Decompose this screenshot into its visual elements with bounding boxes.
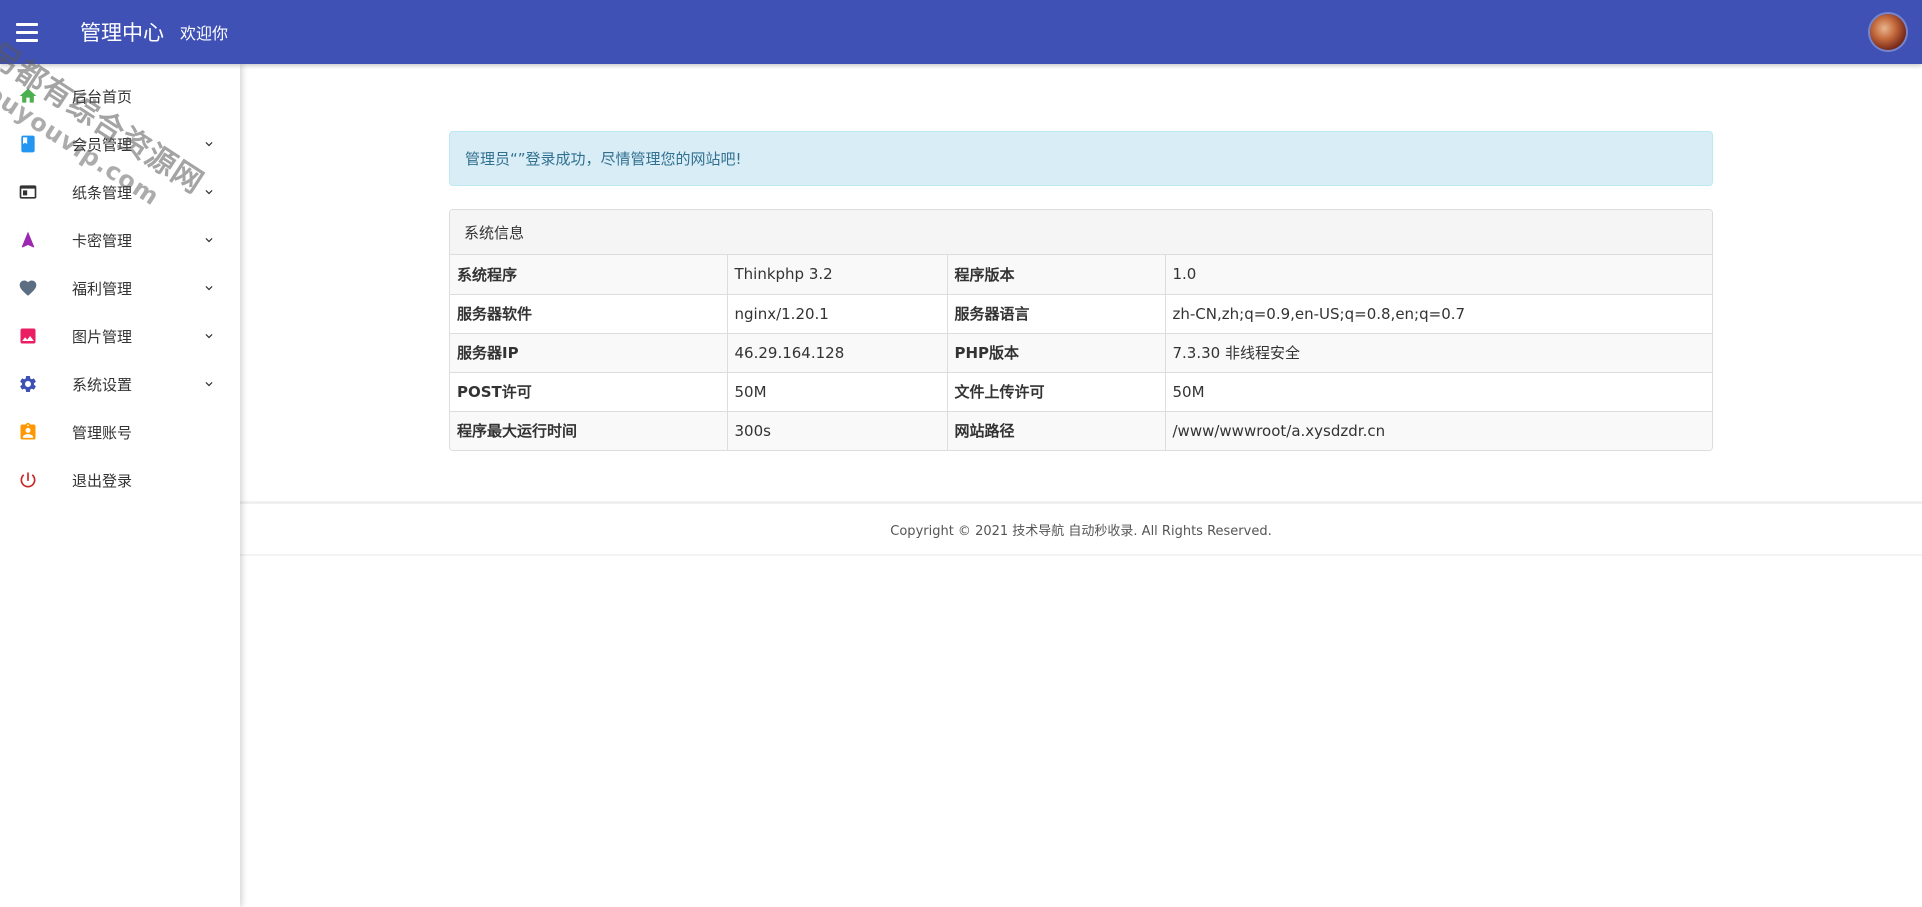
info-value: 50M	[727, 371, 948, 411]
sidebar-item-label: 退出登录	[72, 471, 133, 490]
table-row: POST许可 50M 文件上传许可 50M	[450, 371, 1712, 411]
sidebar-item-logout[interactable]: 退出登录	[0, 456, 240, 504]
image-icon	[18, 326, 38, 346]
sidebar-item-label: 系统设置	[72, 375, 133, 394]
sidebar-item-images[interactable]: 图片管理	[0, 312, 240, 360]
sidebar-item-label: 图片管理	[72, 327, 133, 346]
info-value: Thinkphp 3.2	[727, 255, 948, 294]
info-value: 7.3.30 非线程安全	[1165, 332, 1712, 372]
info-key: 程序版本	[947, 255, 1166, 294]
welcome-text: 欢迎你	[180, 24, 229, 43]
sidebar-item-settings[interactable]: 系统设置	[0, 360, 240, 408]
gear-icon	[18, 374, 38, 394]
sidebar-item-members[interactable]: 会员管理	[0, 120, 240, 168]
app-title: 管理中心	[80, 21, 164, 45]
chevron-down-icon	[205, 382, 213, 387]
chevron-down-icon	[205, 286, 213, 291]
sidebar-item-label: 后台首页	[72, 87, 133, 106]
top-app-bar: 管理中心 欢迎你	[0, 0, 1922, 64]
sidebar-item-label: 管理账号	[72, 423, 133, 442]
chevron-down-icon	[205, 238, 213, 243]
sidebar: 后台首页 会员管理 纸条管理 卡密管理 福利管理 图片管理 系统设置 管理账号 …	[0, 64, 240, 907]
table-row: 系统程序 Thinkphp 3.2 程序版本 1.0	[450, 255, 1712, 294]
chevron-down-icon	[205, 142, 213, 147]
sidebar-item-accounts[interactable]: 管理账号	[0, 408, 240, 456]
info-key: 文件上传许可	[947, 371, 1166, 411]
sidebar-item-dashboard[interactable]: 后台首页	[0, 72, 240, 120]
info-value: 300s	[727, 410, 948, 450]
book-icon	[18, 134, 38, 154]
footer-copyright: Copyright © 2021 技术导航 自动秒收录. All Rights …	[240, 501, 1922, 556]
info-value: zh-CN,zh;q=0.9,en-US;q=0.8,en;q=0.7	[1165, 293, 1712, 333]
main-content: 管理员“”登录成功，尽情管理您的网站吧! 系统信息 系统程序 Thinkphp …	[240, 64, 1922, 907]
power-icon	[18, 470, 38, 490]
heart-icon	[18, 278, 38, 298]
window-icon	[18, 182, 38, 202]
info-value: 50M	[1165, 371, 1712, 411]
menu-icon[interactable]	[16, 17, 46, 47]
system-info-table: 系统程序 Thinkphp 3.2 程序版本 1.0 服务器软件 nginx/1…	[450, 255, 1712, 450]
info-key: 程序最大运行时间	[450, 410, 728, 450]
badge-icon	[18, 422, 38, 442]
avatar[interactable]	[1870, 14, 1906, 50]
info-key: 系统程序	[450, 255, 728, 294]
sidebar-item-welfare[interactable]: 福利管理	[0, 264, 240, 312]
chevron-down-icon	[205, 334, 213, 339]
info-value: nginx/1.20.1	[727, 293, 948, 333]
info-key: 网站路径	[947, 410, 1166, 450]
info-value: /www/wwwroot/a.xysdzdr.cn	[1165, 410, 1712, 450]
table-row: 服务器IP 46.29.164.128 PHP版本 7.3.30 非线程安全	[450, 332, 1712, 372]
home-icon	[18, 86, 38, 106]
info-value: 46.29.164.128	[727, 332, 948, 372]
sidebar-item-label: 纸条管理	[72, 183, 133, 202]
info-key: 服务器软件	[450, 293, 728, 333]
info-key: PHP版本	[947, 332, 1166, 372]
table-row: 服务器软件 nginx/1.20.1 服务器语言 zh-CN,zh;q=0.9,…	[450, 293, 1712, 333]
chevron-down-icon	[205, 190, 213, 195]
sidebar-item-cards[interactable]: 卡密管理	[0, 216, 240, 264]
info-value: 1.0	[1165, 255, 1712, 294]
info-key: 服务器语言	[947, 293, 1166, 333]
sidebar-item-label: 福利管理	[72, 279, 133, 298]
sidebar-item-label: 会员管理	[72, 135, 133, 154]
table-row: 程序最大运行时间 300s 网站路径 /www/wwwroot/a.xysdzd…	[450, 410, 1712, 450]
sidebar-item-notes[interactable]: 纸条管理	[0, 168, 240, 216]
panel-heading: 系统信息	[450, 210, 1712, 255]
login-success-alert: 管理员“”登录成功，尽情管理您的网站吧!	[449, 131, 1713, 186]
navigation-arrow-icon	[18, 230, 38, 250]
info-key: POST许可	[450, 371, 728, 411]
sidebar-item-label: 卡密管理	[72, 231, 133, 250]
system-info-panel: 系统信息 系统程序 Thinkphp 3.2 程序版本 1.0 服务器软件 ng…	[449, 209, 1713, 451]
info-key: 服务器IP	[450, 332, 728, 372]
